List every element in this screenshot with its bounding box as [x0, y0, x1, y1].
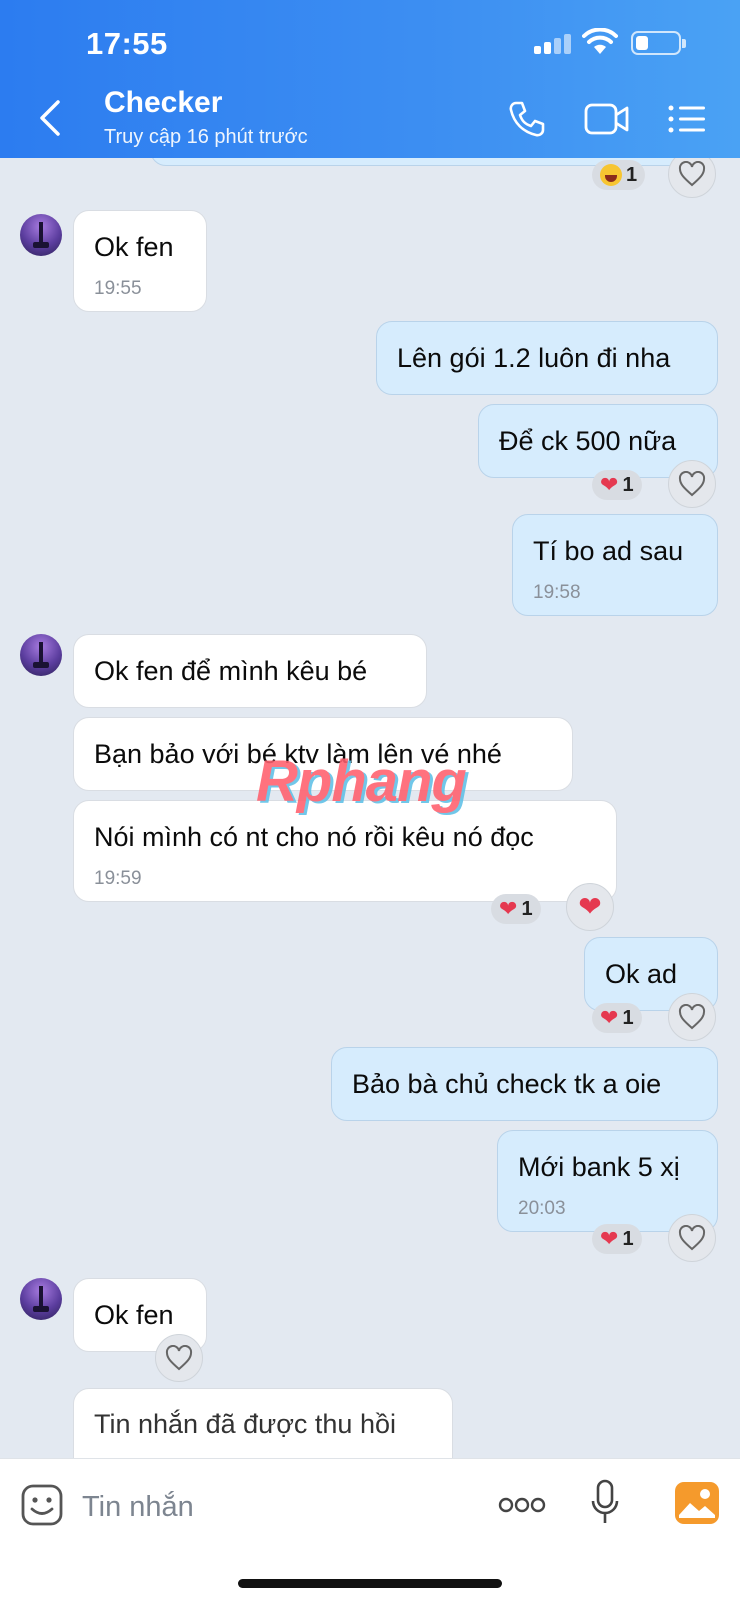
- reaction-pill[interactable]: ❤ 1: [491, 894, 541, 924]
- react-heart-button[interactable]: [668, 993, 716, 1041]
- react-heart-button[interactable]: [668, 460, 716, 508]
- message-text: Ok fen: [94, 232, 174, 262]
- battery-icon: [631, 31, 686, 55]
- reaction-count: 1: [521, 897, 533, 920]
- message-bubble-outgoing[interactable]: Tí bo ad sau 19:58: [512, 514, 718, 616]
- react-heart-button[interactable]: [155, 1334, 203, 1382]
- message-bubble-incoming[interactable]: Ok fen 19:55: [73, 210, 207, 312]
- message-time: 19:58: [533, 582, 581, 603]
- heart-filled-icon: ❤: [578, 891, 602, 922]
- message-text: Tin nhắn đã được thu hồi: [94, 1409, 396, 1439]
- reaction-count: 1: [622, 473, 634, 496]
- heart-icon: ❤: [600, 472, 619, 497]
- react-heart-button-active[interactable]: ❤: [566, 883, 614, 931]
- gallery-image-icon[interactable]: [674, 1481, 720, 1525]
- heart-outline-icon: [678, 1225, 706, 1251]
- message-text: Ok ad: [605, 959, 678, 989]
- contact-avatar[interactable]: [20, 634, 62, 676]
- message-time: 19:59: [94, 868, 142, 889]
- message-bubble-outgoing[interactable]: Bảo bà chủ check tk a oie: [331, 1047, 718, 1121]
- message-bubble-incoming[interactable]: Nói mình có nt cho nó rồi kêu nó đọc 19:…: [73, 800, 617, 902]
- message-text: Bảo bà chủ check tk a oie: [352, 1069, 662, 1099]
- contact-avatar[interactable]: [20, 214, 62, 256]
- watermark: Rphang: [256, 749, 467, 814]
- heart-outline-icon: [678, 1004, 706, 1030]
- chat-title[interactable]: Checker: [104, 86, 222, 120]
- message-text: Ok fen để mình kêu bé: [94, 656, 368, 686]
- phone-icon[interactable]: [508, 100, 546, 138]
- message-text: Để ck 500 nữa: [499, 426, 677, 456]
- message-text: Mới bank 5 xị: [518, 1152, 680, 1182]
- message-time: 19:55: [94, 278, 142, 299]
- status-time: 17:55: [86, 26, 168, 61]
- wifi-icon: [582, 28, 618, 54]
- reaction-pill[interactable]: ❤ 1: [592, 470, 642, 500]
- message-text: Nói mình có nt cho nó rồi kêu nó đọc: [94, 822, 534, 852]
- cellular-signal-icon: [534, 32, 574, 54]
- back-chevron-icon[interactable]: [36, 98, 66, 138]
- heart-outline-icon: [165, 1345, 193, 1371]
- message-time: 20:03: [518, 1198, 566, 1219]
- home-indicator[interactable]: [238, 1579, 502, 1588]
- message-text: Lên gói 1.2 luôn đi nha: [397, 343, 671, 373]
- video-camera-icon[interactable]: [584, 102, 630, 136]
- laughing-emoji-icon: [600, 164, 622, 186]
- menu-list-icon[interactable]: [668, 104, 706, 134]
- reaction-pill[interactable]: ❤ 1: [592, 1224, 642, 1254]
- react-heart-button[interactable]: [668, 1214, 716, 1262]
- heart-icon: ❤: [600, 1005, 619, 1030]
- heart-icon: ❤: [499, 896, 518, 921]
- message-text: Tí bo ad sau: [533, 536, 684, 566]
- react-heart-button[interactable]: [668, 158, 716, 198]
- reaction-count: 1: [622, 1227, 634, 1250]
- reaction-pill[interactable]: 1: [592, 160, 646, 190]
- chat-header: 17:55 Checker Truy cập 16 phút trước: [0, 0, 740, 158]
- heart-outline-icon: [678, 471, 706, 497]
- contact-avatar[interactable]: [20, 1278, 62, 1320]
- message-input-bar: Tin nhắn: [0, 1458, 740, 1600]
- message-text: Ok fen: [94, 1300, 174, 1330]
- reaction-count: 1: [622, 1006, 634, 1029]
- message-bubble-incoming[interactable]: Ok fen để mình kêu bé: [73, 634, 427, 708]
- reaction-count: 1: [626, 163, 638, 186]
- microphone-icon[interactable]: [590, 1479, 620, 1527]
- message-list[interactable]: 1 Ok fen 19:55 Lên gói 1.2 luôn đi nha Đ…: [0, 158, 740, 1458]
- sticker-emoji-icon[interactable]: [20, 1483, 64, 1527]
- heart-icon: ❤: [600, 1226, 619, 1251]
- more-options-icon[interactable]: [498, 1495, 546, 1515]
- heart-outline-icon: [678, 161, 706, 187]
- message-input[interactable]: Tin nhắn: [82, 1491, 194, 1524]
- last-seen-status: Truy cập 16 phút trước: [104, 126, 308, 148]
- reaction-pill[interactable]: ❤ 1: [592, 1003, 642, 1033]
- message-bubble-outgoing[interactable]: Lên gói 1.2 luôn đi nha: [376, 321, 718, 395]
- message-bubble-recalled[interactable]: Tin nhắn đã được thu hồi: [73, 1388, 453, 1458]
